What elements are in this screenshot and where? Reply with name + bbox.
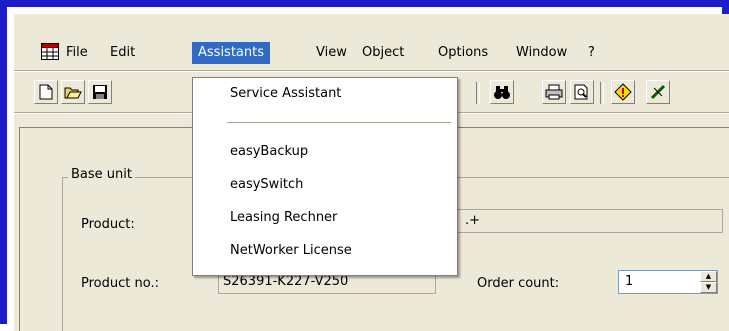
menubar-divider xyxy=(14,70,729,72)
menu-options[interactable]: Options xyxy=(432,42,494,64)
save-disk-icon xyxy=(93,85,107,99)
menu-item-leasing-rechner[interactable]: Leasing Rechner xyxy=(193,206,457,230)
menu-object[interactable]: Object xyxy=(356,42,410,64)
menu-view[interactable]: View xyxy=(310,42,353,64)
toolbar-separator xyxy=(600,82,604,104)
menu-item-service-assistant[interactable]: Service Assistant xyxy=(193,82,457,106)
warning-diamond-icon xyxy=(614,83,632,101)
menu-separator xyxy=(227,122,451,124)
menu-window[interactable]: Window xyxy=(510,42,573,64)
product-value: .+ xyxy=(465,213,481,228)
app-grid-icon xyxy=(41,43,59,60)
app-window: File Edit Assistants View Object Options… xyxy=(14,14,729,331)
menu-item-easyswitch[interactable]: easySwitch xyxy=(193,173,457,197)
spinner-buttons: ▲ ▼ xyxy=(700,271,717,293)
product-label: Product: xyxy=(81,217,135,232)
new-file-button[interactable] xyxy=(34,80,58,104)
window-frame: File Edit Assistants View Object Options… xyxy=(0,0,729,331)
toolbar-separator xyxy=(476,82,480,104)
save-button[interactable] xyxy=(88,80,112,104)
menu-bar: File Edit Assistants View Object Options… xyxy=(14,37,729,67)
base-unit-legend: Base unit xyxy=(68,167,135,182)
ruler-icon xyxy=(650,84,666,100)
menu-edit[interactable]: Edit xyxy=(104,42,141,64)
assistants-dropdown-menu: Service Assistant easyBackup easySwitch … xyxy=(192,77,458,276)
print-preview-icon xyxy=(574,84,588,100)
new-file-icon xyxy=(39,84,53,100)
find-button[interactable] xyxy=(490,80,514,104)
order-count-value: 1 xyxy=(625,274,634,289)
menu-assistants[interactable]: Assistants xyxy=(192,42,270,64)
menu-item-easybackup[interactable]: easyBackup xyxy=(193,140,457,164)
spin-down-button[interactable]: ▼ xyxy=(700,282,717,293)
print-icon xyxy=(545,84,563,100)
ruler-button[interactable] xyxy=(646,80,670,104)
order-count-spinner[interactable]: 1 ▲ ▼ xyxy=(618,270,718,294)
menu-item-networker-license[interactable]: NetWorker License xyxy=(193,239,457,263)
spin-up-button[interactable]: ▲ xyxy=(700,271,717,282)
open-folder-button[interactable] xyxy=(61,80,85,104)
find-binoculars-icon xyxy=(494,86,510,99)
menu-file[interactable]: File xyxy=(60,42,94,64)
open-folder-icon xyxy=(64,87,82,99)
product-no-label: Product no.: xyxy=(81,276,159,291)
menu-help[interactable]: ? xyxy=(582,42,601,64)
order-count-label: Order count: xyxy=(477,276,560,291)
warning-button[interactable] xyxy=(611,80,635,104)
print-preview-button[interactable] xyxy=(570,80,594,104)
print-button[interactable] xyxy=(542,80,566,104)
